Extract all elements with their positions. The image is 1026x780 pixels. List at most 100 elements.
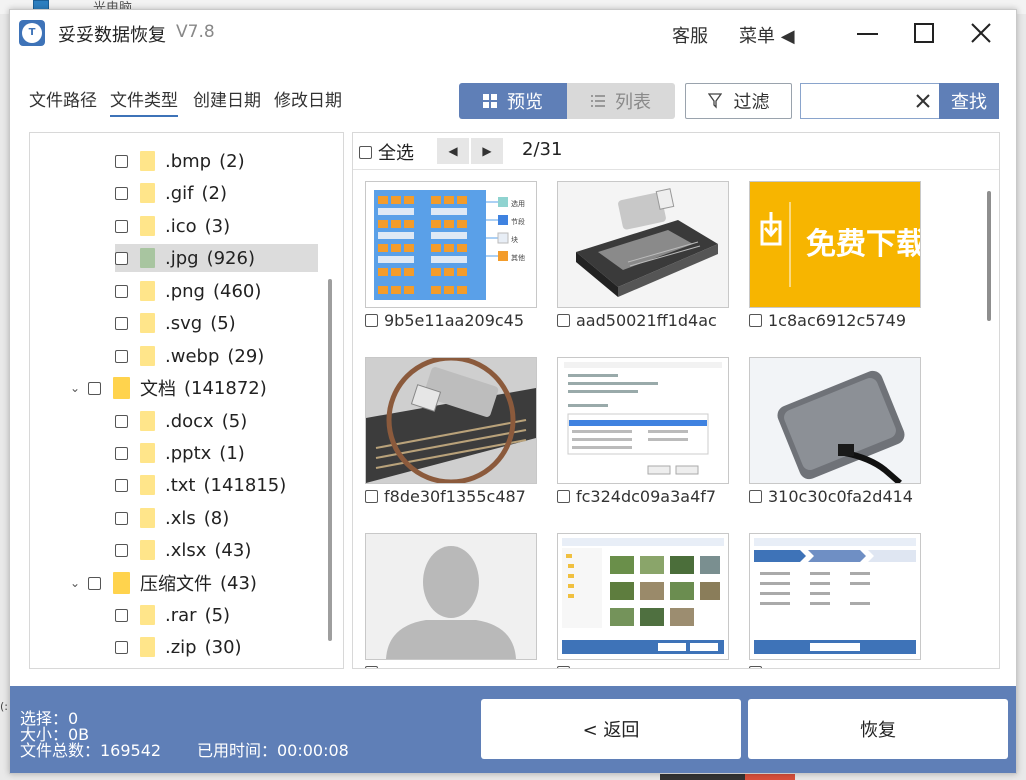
preview-view-button[interactable]: 预览 [459, 83, 567, 119]
tree-item-count: (5) [204, 604, 231, 626]
thumbnail-screenshot-window[interactable] [557, 357, 729, 484]
file-item-8-partial[interactable] [557, 661, 729, 668]
file-item-9-partial[interactable] [749, 661, 921, 668]
tree-checkbox[interactable] [115, 640, 128, 654]
folder-icon [140, 183, 155, 203]
preview-panel: 全选 ◀ ▶ 2/31 选用 节段 块 其他 免费下载 9b5e11aa209c… [352, 132, 1000, 669]
search-button[interactable]: 查找 [939, 83, 999, 119]
file-item-4[interactable]: f8de30f1355c487 [365, 485, 537, 507]
select-all-checkbox[interactable]: 全选 [359, 139, 414, 165]
tree-checkbox[interactable] [88, 576, 101, 590]
tree-item[interactable]: .rar (5) [115, 601, 318, 629]
thumbnail-usb-magnifier[interactable] [365, 357, 537, 484]
next-page-button[interactable]: ▶ [471, 138, 503, 164]
tab-created-date[interactable]: 创建日期 [193, 86, 261, 111]
thumbnail-avatar[interactable] [365, 533, 537, 660]
tree-item[interactable]: .gif (2) [115, 179, 318, 207]
select-all-box[interactable] [359, 145, 372, 159]
search-input[interactable] [807, 88, 911, 114]
tree-scrollbar[interactable] [328, 279, 332, 641]
tree-item[interactable]: .jpg (926) [115, 244, 318, 272]
tree-item[interactable]: .bmp (2) [115, 147, 318, 175]
file-checkbox-5[interactable] [557, 489, 570, 503]
clear-search-button[interactable] [913, 89, 933, 113]
thumbnail-external-drive[interactable] [749, 357, 921, 484]
tree-item-count: (5) [210, 312, 236, 334]
tree-checkbox[interactable] [115, 186, 128, 200]
tree-checkbox[interactable] [115, 446, 128, 460]
file-checkbox-9[interactable] [749, 665, 762, 668]
recover-button[interactable]: 恢复 [748, 699, 1008, 759]
photo-browser-image [558, 534, 728, 659]
tree-item[interactable]: .ico (3) [115, 212, 318, 240]
tree-checkbox[interactable] [115, 219, 128, 233]
tree-checkbox[interactable] [115, 154, 128, 168]
file-checkbox-6[interactable] [749, 489, 762, 503]
tab-file-path[interactable]: 文件路径 [29, 86, 97, 111]
prev-page-button[interactable]: ◀ [437, 138, 469, 164]
tree-item-count: (3) [204, 215, 231, 237]
tree-checkbox[interactable] [115, 316, 128, 330]
expand-caret-icon[interactable]: ⌄ [70, 576, 88, 590]
file-name-5: fc324dc09a3a4f7 [576, 486, 717, 506]
preview-scrollbar[interactable] [987, 191, 991, 321]
file-checkbox-7[interactable] [365, 665, 378, 668]
minimize-button[interactable] [847, 16, 887, 52]
tree-checkbox[interactable] [115, 349, 128, 363]
preview-toolbar: 全选 ◀ ▶ 2/31 [353, 133, 999, 170]
file-checkbox-1[interactable] [365, 313, 378, 327]
tree-checkbox[interactable] [115, 478, 128, 492]
tree-item[interactable]: .webp (29) [115, 342, 318, 370]
file-checkbox-3[interactable] [749, 313, 762, 327]
file-checkbox-8[interactable] [557, 665, 570, 668]
tree-item[interactable]: .zip (30) [115, 633, 318, 661]
tree-item[interactable]: .txt (141815) [115, 471, 318, 499]
thumbnail-wizard[interactable] [749, 533, 921, 660]
thumbnail-hard-drive[interactable] [557, 181, 729, 308]
tree-checkbox[interactable] [88, 381, 101, 395]
tree-checkbox[interactable] [115, 251, 128, 265]
file-item-3[interactable]: 1c8ac6912c5749 [749, 309, 921, 331]
grid-icon [483, 94, 497, 108]
close-button[interactable] [961, 16, 1001, 52]
tree-item[interactable]: .png (460) [115, 277, 318, 305]
app-window: T 妥妥数据恢复 V7.8 客服 菜单 ◀ 文件路径 文件类型 创建日期 修改日… [9, 9, 1017, 774]
maximize-icon [914, 23, 934, 43]
preview-view-label: 预览 [507, 92, 543, 113]
expand-caret-icon[interactable]: ⌄ [70, 381, 88, 395]
tree-checkbox[interactable] [115, 543, 128, 557]
customer-service-link[interactable]: 客服 [672, 22, 708, 48]
tree-checkbox[interactable] [115, 608, 128, 622]
tree-item[interactable]: .svg (5) [115, 309, 318, 337]
folder-icon [140, 313, 155, 333]
thumbnail-download-banner[interactable]: 免费下载 [749, 181, 921, 308]
list-view-button[interactable]: 列表 [567, 83, 675, 119]
tree-group[interactable]: ⌄ 文档 (141872) [70, 374, 320, 402]
tree-item[interactable]: .xls (8) [115, 504, 318, 532]
file-item-2[interactable]: aad50021ff1d4ac [557, 309, 729, 331]
tree-item-count: (1) [219, 442, 245, 464]
file-item-7-partial[interactable] [365, 661, 537, 668]
tree-checkbox[interactable] [115, 511, 128, 525]
tab-file-type[interactable]: 文件类型 [110, 86, 178, 117]
file-checkbox-2[interactable] [557, 313, 570, 327]
file-item-1[interactable]: 9b5e11aa209c45 [365, 309, 537, 331]
menu-button[interactable]: 菜单 ◀ [739, 22, 795, 48]
tree-group[interactable]: ⌄ 压缩文件 (43) [70, 569, 320, 597]
tree-item[interactable]: .docx (5) [115, 407, 318, 435]
file-item-5[interactable]: fc324dc09a3a4f7 [557, 485, 729, 507]
tree-item[interactable]: .xlsx (43) [115, 536, 318, 564]
file-item-6[interactable]: 310c30c0fa2d414 [749, 485, 921, 507]
tree-checkbox[interactable] [115, 284, 128, 298]
file-checkbox-4[interactable] [365, 489, 378, 503]
maximize-button[interactable] [904, 16, 944, 52]
tree-item[interactable]: .pptx (1) [115, 439, 318, 467]
tree-checkbox[interactable] [115, 414, 128, 428]
thumbnail-photo-browser[interactable] [557, 533, 729, 660]
back-button[interactable]: < 返回 [481, 699, 741, 759]
folder-icon [140, 443, 155, 463]
file-name-1: 9b5e11aa209c45 [384, 310, 525, 330]
filter-button[interactable]: 过滤 [685, 83, 792, 119]
thumbnail-diagram[interactable]: 选用 节段 块 其他 [365, 181, 537, 308]
tab-modified-date[interactable]: 修改日期 [274, 86, 342, 111]
